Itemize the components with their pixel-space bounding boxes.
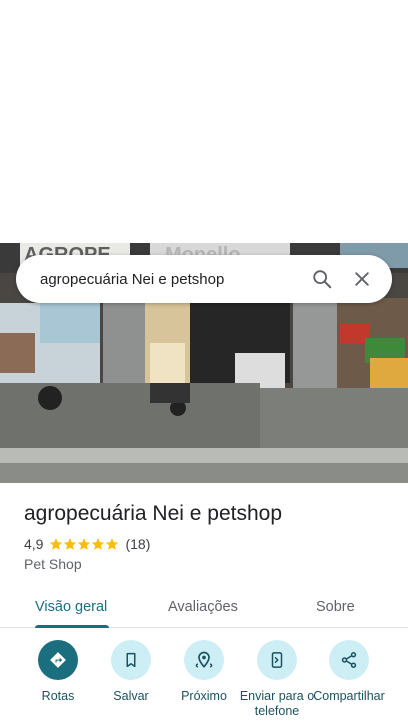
active-tab-indicator: [35, 625, 109, 628]
place-title: agropecuária Nei e petshop: [24, 502, 283, 525]
star-icon: [92, 538, 105, 550]
review-count: (18): [125, 536, 151, 552]
directions-button[interactable]: Rotas: [18, 640, 98, 704]
share-label: Compartilhar: [313, 689, 385, 703]
close-button[interactable]: [342, 259, 382, 299]
save-button[interactable]: Salvar: [91, 640, 171, 704]
search-button[interactable]: [302, 259, 342, 299]
nearby-icon: [195, 651, 213, 668]
close-icon: [355, 272, 369, 286]
save-label: Salvar: [113, 689, 149, 703]
directions-icon: [50, 652, 66, 668]
search-bar[interactable]: agropecuária Nei e petshop: [16, 255, 392, 303]
bookmark-icon: [126, 652, 136, 668]
send-to-phone-button[interactable]: Enviar para o telefone: [237, 640, 317, 719]
place-tabs: Visão geral Avaliações Sobre: [0, 585, 408, 628]
star-icon: [78, 538, 91, 550]
rating-stars: [49, 537, 119, 551]
send-to-phone-icon: [271, 652, 283, 668]
tab-about[interactable]: Sobre: [316, 585, 355, 628]
search-input[interactable]: agropecuária Nei e petshop: [40, 271, 302, 288]
nearby-button[interactable]: Próximo: [164, 640, 244, 704]
tab-reviews[interactable]: Avaliações: [168, 585, 238, 628]
star-icon: [106, 538, 119, 550]
star-icon: [64, 538, 77, 550]
share-button[interactable]: Compartilhar: [309, 640, 389, 704]
directions-label: Rotas: [41, 689, 75, 703]
send-to-phone-label: Enviar para o telefone: [239, 689, 315, 718]
star-icon: [50, 538, 63, 550]
place-category: Pet Shop: [24, 556, 82, 572]
search-icon: [313, 270, 332, 289]
nearby-label: Próximo: [181, 689, 227, 703]
place-screen: AGROPE Monello: [0, 0, 408, 726]
rating-value: 4,9: [24, 536, 44, 552]
tab-overview[interactable]: Visão geral: [35, 585, 107, 628]
share-icon: [341, 652, 357, 668]
action-bar: Rotas Salvar Próximo Enviar para o telef…: [0, 640, 408, 726]
rating-row[interactable]: 4,9 (18): [24, 536, 150, 552]
